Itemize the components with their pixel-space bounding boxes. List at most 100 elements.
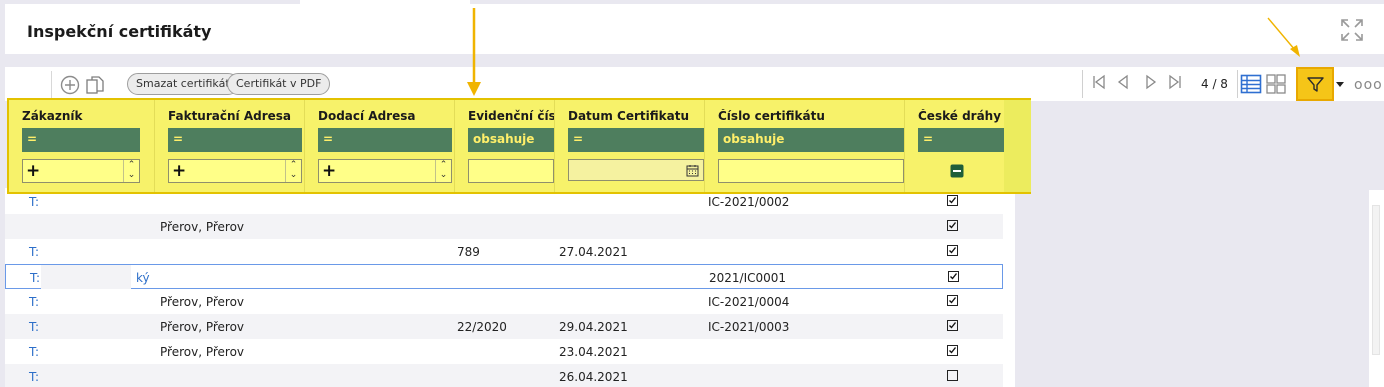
redacted-area: [40, 289, 135, 314]
cell-type[interactable]: T:: [29, 345, 39, 359]
cell-evidencni: 789: [457, 245, 480, 259]
column-header[interactable]: Číslo certifikátu: [718, 109, 825, 123]
page-count: 4 / 8: [1201, 77, 1228, 91]
title-bar: Inspekční certifikáty: [5, 4, 1384, 54]
filter-column-fakturacni: Fakturační Adresa = + ⌃ ⌄: [155, 100, 305, 192]
filter-input[interactable]: + ⌃ ⌄: [22, 159, 140, 183]
certificate-pdf-button[interactable]: Certifikát v PDF: [227, 73, 331, 95]
cell-fakturacni: Přerov, Přerov: [160, 345, 245, 359]
filter-input[interactable]: + ⌃ ⌄: [168, 159, 302, 183]
filter-operator[interactable]: obsahuje: [718, 128, 904, 152]
add-value-icon[interactable]: +: [322, 161, 336, 181]
ceske-drahy-checkbox[interactable]: [947, 320, 958, 331]
ceske-drahy-checkbox[interactable]: [947, 245, 958, 256]
table-row[interactable]: T: Přerov, Přerov IC-2021/0004: [5, 289, 1003, 314]
stepper-icon[interactable]: ⌃ ⌄: [285, 160, 301, 182]
add-value-icon[interactable]: +: [26, 161, 40, 181]
cell-datum: 27.04.2021: [559, 245, 628, 259]
filter-button[interactable]: [1296, 67, 1334, 101]
column-header[interactable]: České dráhy: [918, 109, 1001, 123]
cell-type[interactable]: T:: [29, 370, 39, 384]
next-page-icon[interactable]: [1143, 74, 1159, 90]
filter-operator[interactable]: =: [918, 128, 1004, 152]
prev-page-icon[interactable]: [1115, 74, 1131, 90]
column-header[interactable]: Datum Certifikatu: [568, 109, 689, 123]
stepper-icon[interactable]: ⌃ ⌄: [435, 160, 451, 182]
expand-icon[interactable]: [1339, 17, 1365, 43]
delete-certificate-button[interactable]: Smazat certifikát: [127, 73, 239, 95]
redacted-area: [40, 239, 135, 264]
cell-zakaznik: ký: [136, 271, 150, 285]
filter-operator[interactable]: =: [568, 128, 704, 152]
table-row[interactable]: T: ký 2021/IC0001: [5, 264, 1003, 290]
column-header[interactable]: Evidenční čís...: [468, 109, 554, 123]
checkmark-icon: [949, 322, 957, 329]
filter-input[interactable]: [468, 159, 554, 183]
table-row[interactable]: T: Přerov, Přerov 23.04.2021: [5, 339, 1003, 364]
cell-evidencni: 22/2020: [457, 320, 507, 334]
ceske-drahy-checkbox[interactable]: [947, 345, 958, 356]
table-row[interactable]: Přerov, Přerov: [5, 214, 1003, 239]
filter-input[interactable]: + ⌃ ⌄: [318, 159, 452, 183]
ceske-drahy-checkbox[interactable]: [948, 271, 959, 282]
last-page-icon[interactable]: [1167, 74, 1183, 90]
filter-column-ceske: České dráhy =: [905, 100, 1005, 192]
cell-cislo: IC-2021/0003: [708, 320, 790, 334]
redacted-area: [40, 214, 135, 239]
ceske-drahy-checkbox[interactable]: [947, 295, 958, 306]
cell-cislo: IC-2021/0002: [708, 195, 790, 209]
redacted-area: [40, 339, 135, 364]
add-value-icon[interactable]: +: [172, 161, 186, 181]
filter-operator[interactable]: =: [318, 128, 452, 152]
filter-column-dodaci: Dodací Adresa = + ⌃ ⌄: [305, 100, 455, 192]
redacted-area: [41, 265, 131, 290]
table-row[interactable]: T: 26.04.2021: [5, 364, 1003, 387]
filter-operator[interactable]: =: [168, 128, 302, 152]
calendar-icon[interactable]: [686, 164, 699, 177]
minus-icon[interactable]: [950, 164, 964, 178]
redacted-area: [40, 314, 135, 339]
table-row[interactable]: T: 789 27.04.2021: [5, 239, 1003, 264]
ceske-drahy-checkbox[interactable]: [947, 195, 958, 206]
checkmark-icon: [949, 297, 957, 304]
filter-operator[interactable]: obsahuje: [468, 128, 554, 152]
cell-type[interactable]: T:: [29, 195, 39, 209]
table-row[interactable]: T: Přerov, Přerov 22/2020 29.04.2021 IC-2021…: [5, 314, 1003, 339]
cell-fakturacni: Přerov, Přerov: [160, 320, 245, 334]
more-options-button[interactable]: ooo: [1354, 77, 1383, 93]
scrollbar-thumb[interactable]: [1372, 205, 1380, 355]
filter-panel-end: [1004, 100, 1031, 192]
date-filter-input[interactable]: [568, 159, 704, 181]
cell-type[interactable]: T:: [29, 320, 39, 334]
filter-column-evidencni: Evidenční čís... obsahuje: [455, 100, 555, 192]
redacted-area: [40, 364, 135, 387]
filter-input[interactable]: [718, 159, 904, 183]
cell-datum: 23.04.2021: [559, 345, 628, 359]
tile-view-icon[interactable]: [1265, 73, 1287, 95]
cell-fakturacni: Přerov, Přerov: [160, 220, 245, 234]
ceske-drahy-checkbox[interactable]: [947, 370, 958, 381]
cell-type[interactable]: T:: [30, 271, 40, 285]
toolbar-separator: [51, 71, 52, 99]
cell-datum: 26.04.2021: [559, 370, 628, 384]
filter-operator[interactable]: =: [22, 128, 140, 152]
column-header[interactable]: Zákazník: [22, 109, 83, 123]
list-view-icon[interactable]: [1240, 73, 1262, 95]
filter-dropdown-caret[interactable]: [1336, 82, 1344, 87]
checkmark-icon: [949, 247, 957, 254]
add-circle-icon[interactable]: [59, 74, 81, 96]
column-header[interactable]: Fakturační Adresa: [168, 109, 291, 123]
checkmark-icon: [949, 347, 957, 354]
column-header[interactable]: Dodací Adresa: [318, 109, 415, 123]
cell-type[interactable]: T:: [29, 295, 39, 309]
page-title: Inspekční certifikáty: [27, 22, 212, 41]
checkmark-icon: [950, 273, 958, 280]
copy-icon[interactable]: [84, 74, 106, 96]
cell-fakturacni: Přerov, Přerov: [160, 295, 245, 309]
first-page-icon[interactable]: [1091, 74, 1107, 90]
ceske-drahy-checkbox[interactable]: [947, 220, 958, 231]
stepper-icon[interactable]: ⌃ ⌄: [123, 160, 139, 182]
cell-type[interactable]: T:: [29, 245, 39, 259]
filter-column-datum: Datum Certifikatu =: [555, 100, 705, 192]
filter-icon: [1307, 77, 1324, 92]
